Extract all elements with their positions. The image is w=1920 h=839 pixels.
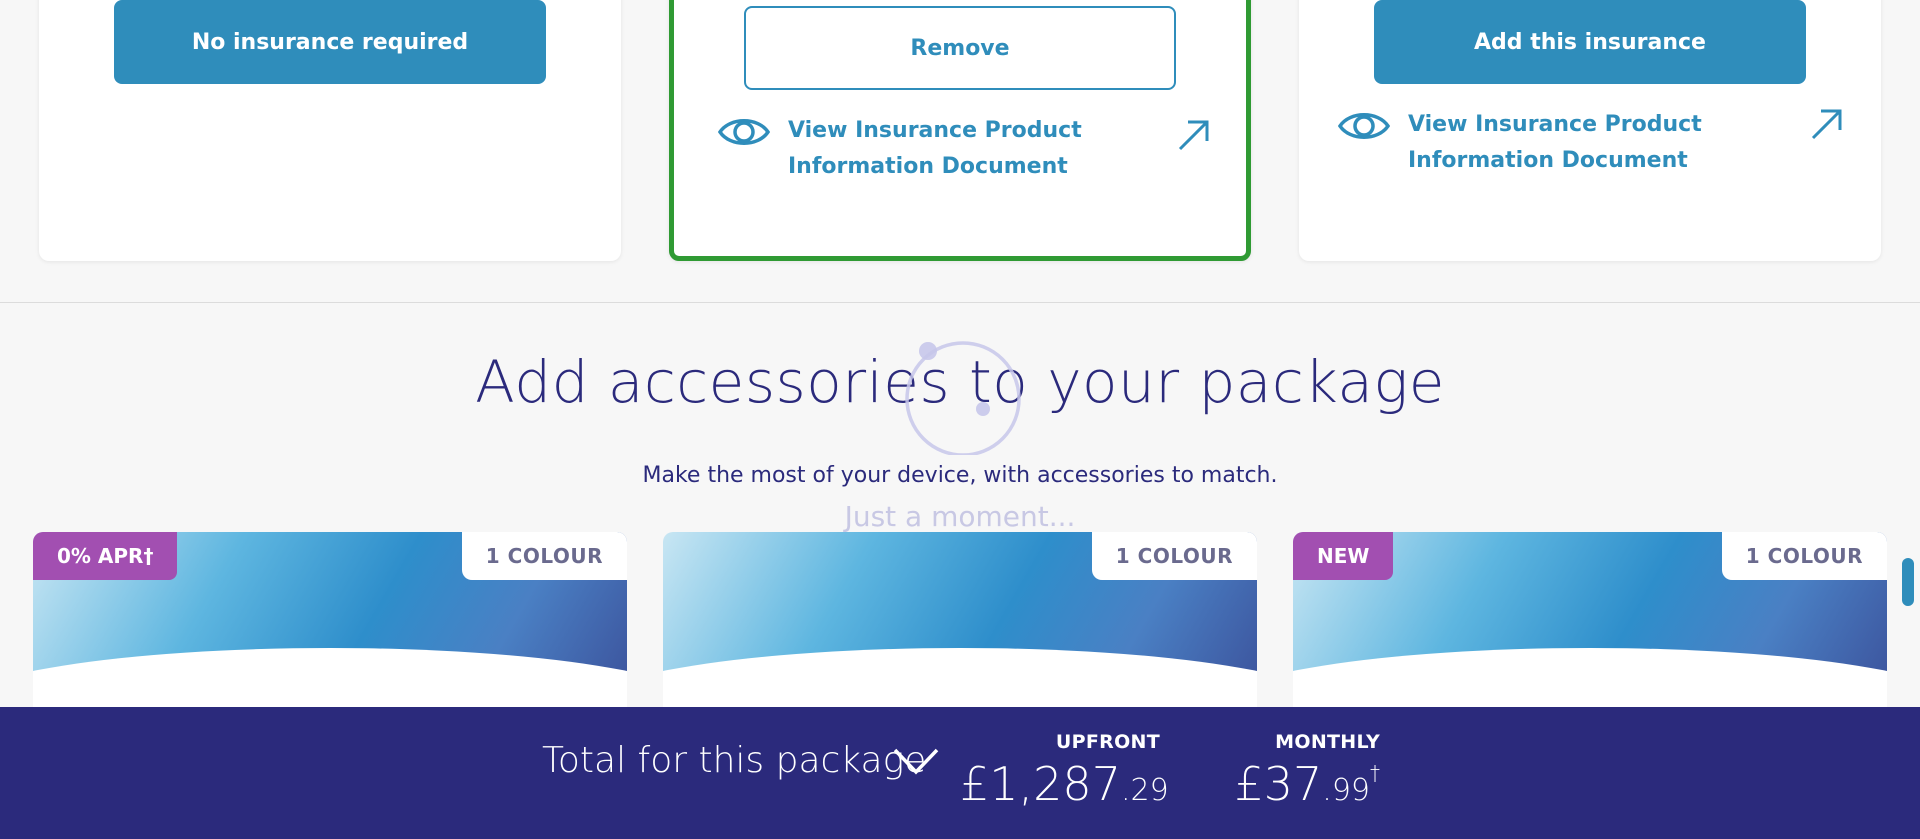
chevron-down-icon[interactable]	[892, 745, 940, 777]
ipid-link[interactable]: View Insurance Product Information Docum…	[718, 113, 1118, 185]
accessories-title: Add accessories to your package	[475, 348, 1445, 416]
package-total-bar: Total for this package UPFRONT £1,287.29…	[0, 707, 1920, 839]
eye-icon	[718, 119, 770, 145]
upfront-label: UPFRONT	[1055, 731, 1160, 753]
upfront-value: £1,287.29	[960, 757, 1169, 811]
total-label[interactable]: Total for this package	[542, 740, 926, 781]
scrollbar-thumb[interactable]	[1902, 558, 1914, 606]
add-insurance-button[interactable]: Add this insurance	[1374, 0, 1806, 84]
section-divider	[0, 302, 1920, 303]
insurance-card-add: Add this insurance View Insurance Produc…	[1299, 0, 1881, 261]
colour-count-badge: 1 COLOUR	[1721, 532, 1887, 580]
ipid-link-text[interactable]: View Insurance Product Information Docum…	[1408, 107, 1738, 179]
accessories-subtitle: Make the most of your device, with acces…	[642, 463, 1278, 488]
monthly-label: MONTHLY	[1275, 731, 1380, 753]
accessory-card[interactable]: 0% APR† 1 COLOUR	[33, 532, 627, 732]
promo-badge: NEW	[1293, 532, 1394, 580]
remove-insurance-button[interactable]: Remove	[744, 6, 1176, 90]
insurance-card-none: No insurance required	[39, 0, 621, 261]
promo-badge: 0% APR†	[33, 532, 178, 580]
external-link-icon[interactable]	[1174, 115, 1214, 155]
ipid-link[interactable]: View Insurance Product Information Docum…	[1338, 107, 1738, 179]
no-insurance-button[interactable]: No insurance required	[114, 0, 546, 84]
colour-count-badge: 1 COLOUR	[1091, 532, 1257, 580]
monthly-price: MONTHLY £37.99†	[1200, 731, 1380, 811]
insurance-card-selected: Remove View Insurance Product Informatio…	[669, 0, 1251, 261]
monthly-value: £37.99†	[1234, 757, 1380, 811]
eye-icon	[1338, 113, 1390, 139]
loading-text: Just a moment...	[844, 500, 1076, 533]
colour-count-badge: 1 COLOUR	[461, 532, 627, 580]
ipid-link-text[interactable]: View Insurance Product Information Docum…	[788, 113, 1118, 185]
upfront-price: UPFRONT £1,287.29	[960, 731, 1169, 811]
accessory-card[interactable]: NEW 1 COLOUR	[1293, 532, 1887, 732]
accessory-card[interactable]: 1 COLOUR	[663, 532, 1257, 732]
external-link-icon[interactable]	[1807, 104, 1847, 144]
